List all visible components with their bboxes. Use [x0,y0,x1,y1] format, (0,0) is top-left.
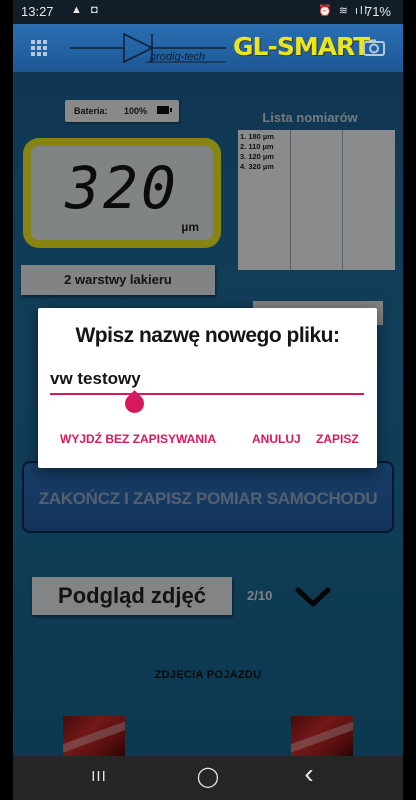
notification-icons: ▲ ◘ [71,4,101,16]
status-time: 13:27 [21,4,54,19]
status-bar: 13:27 ▲ ◘ ⏰ ≋ ıll 71% [13,0,403,24]
camera-icon[interactable] [363,39,385,56]
cancel-button[interactable]: ANULUJ [252,432,301,446]
exit-without-saving-button[interactable]: WYJDŹ BEZ ZAPISYWANIA [60,432,216,446]
back-button[interactable]: ‹ [289,758,329,789]
file-name-input[interactable] [50,366,362,392]
brand-title: GL-SMART [233,32,370,61]
logo-text: prodig-tech [149,51,205,63]
save-button[interactable]: ZAPISZ [316,432,359,446]
system-nav-bar: III ◯ ‹ [13,756,403,800]
phone-screen: 13:27 ▲ ◘ ⏰ ≋ ıll 71% prodig-tech GL-SMA… [13,0,403,800]
battery-level: 71% [364,4,391,19]
dialog-title: Wpisz nazwę nowego pliku: [75,324,340,347]
grid-menu-icon[interactable] [31,40,47,56]
system-status-icons: ⏰ ≋ ıll [318,5,369,17]
home-button[interactable]: ◯ [188,764,228,788]
recent-apps-button[interactable]: III [79,768,119,792]
app-bar: prodig-tech GL-SMART [13,24,403,72]
prodig-tech-logo: prodig-tech [70,32,226,64]
new-file-dialog: Wpisz nazwę nowego pliku: WYJDŹ BEZ ZAPI… [38,308,377,468]
input-underline [50,393,364,395]
